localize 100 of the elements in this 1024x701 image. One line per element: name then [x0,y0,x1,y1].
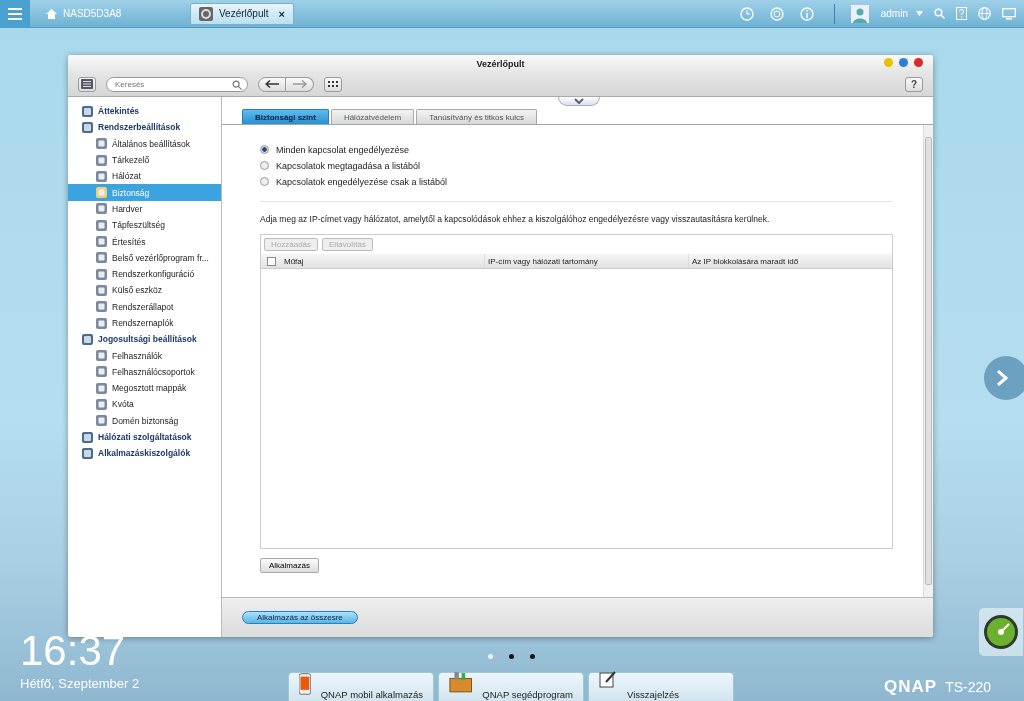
item-icon [96,415,107,427]
item-icon [96,284,107,296]
info-icon[interactable] [799,6,814,21]
forward-arrow-icon [292,80,307,88]
item-icon [96,399,107,410]
search-icon [232,79,242,90]
radio-label: Minden kapcsolat engedélyezése [276,144,410,155]
column-header[interactable]: Az IP blokkolására maradt idő [688,254,892,268]
dashboard-button[interactable] [979,608,1023,656]
sidebar-item[interactable]: Felhasználócsoportok [68,363,221,381]
item-icon [96,203,107,215]
maximize-button[interactable] [899,58,908,67]
item-icon [96,317,107,329]
toolbox-icon [449,670,473,694]
item-icon [96,154,107,166]
tab-label: Vezérlőpult [219,8,270,19]
apply-button[interactable]: Alkalmazás [260,558,319,573]
page-dot[interactable] [488,654,493,659]
dock-item[interactable]: QNAP mobil alkalmazás [288,672,434,701]
dock-label: QNAP mobil alkalmazás [320,689,423,700]
globe-icon[interactable] [978,7,991,20]
item-icon [96,219,107,231]
app-tab[interactable]: Vezérlőpult × [190,2,294,25]
category-icon [82,121,93,133]
close-button[interactable] [914,58,923,67]
gauge-icon [983,614,1019,650]
monitor-icon[interactable] [1002,7,1016,20]
close-button[interactable]: × [278,7,285,20]
brand-logo: QNAP [884,677,938,697]
tab[interactable]: Tanúsítvány és titkos kulcs [416,109,537,124]
sidebar-item[interactable]: Rendszerállapot [68,298,221,315]
gear-icon [199,6,213,21]
item-icon [96,187,107,199]
radio-label: Kapcsolatok engedélyezése csak a listából [276,176,448,187]
dock-label: QNAP segédprogram [482,689,573,700]
scrollbar[interactable] [923,125,933,597]
avatar-icon[interactable] [850,4,869,23]
item-icon [96,301,107,313]
sidebar-item[interactable]: Domén biztonság [68,412,221,429]
column-header[interactable]: IP-cím vagy hálózati tartomány [484,254,688,268]
window-title: Vezérlőpult [476,58,525,69]
radio-button[interactable] [260,161,269,170]
caret-icon [916,11,923,16]
back-arrow-icon [265,80,279,88]
help-icon[interactable] [956,7,967,20]
sidebar-group[interactable]: Áttekintés [68,103,221,120]
radio-button[interactable] [260,145,269,154]
home-icon [46,8,57,19]
apply-all-button[interactable]: Alkalmazás az összesre [242,611,358,624]
page-dot[interactable] [530,654,535,659]
sidebar-item[interactable]: Általános beállítások [68,135,221,152]
dock-item[interactable]: Visszajelzés [588,672,734,701]
minimize-button[interactable] [884,58,893,67]
chevron-right-icon [996,370,1008,386]
checkbox[interactable] [266,256,276,266]
item-icon [96,252,107,264]
item-icon [96,268,107,280]
dock-label: Visszajelzés [627,689,680,700]
sidebar-toggle-button[interactable] [78,76,96,92]
radio-button[interactable] [260,177,269,186]
sidebar-item[interactable]: Értesítés [68,233,221,250]
sidebar-item[interactable]: Belső vezérlőprogram fr... [68,249,221,266]
apps-button[interactable] [324,76,342,92]
tab-label: NASD5D3A8 [63,8,123,19]
sidebar-item[interactable]: Hálózat [68,168,221,185]
sidebar-group[interactable]: Hálózati szolgáltatások [68,428,221,446]
help-button[interactable]: ? [905,76,923,92]
search-icon[interactable] [934,8,945,19]
sidebar-group[interactable]: Rendszerbeállítások [68,119,221,136]
category-icon [82,105,93,117]
back-button[interactable] [258,76,286,92]
sidebar-item[interactable]: Külső eszköz [68,282,221,299]
tab[interactable]: Hálózatvédelem [330,109,415,124]
sidebar-item[interactable]: Felhasználók [68,347,221,364]
sync-icon[interactable] [769,6,784,21]
list-icon [81,79,93,89]
sidebar-item[interactable]: Megosztott mappák [68,380,221,397]
clock-icon[interactable] [739,6,754,21]
search-field[interactable]: Keresés [106,76,248,92]
sidebar-group[interactable]: Alkalmazáskiszolgálók [68,445,221,462]
sidebar-item[interactable]: Rendszerkonfiguráció [68,265,221,283]
item-icon [96,236,107,247]
page-dot[interactable] [509,654,514,659]
sidebar-item[interactable]: Tápfeszültség [68,217,221,234]
item-icon [96,170,107,182]
edit-icon [599,670,617,688]
sidebar-group[interactable]: Jogosultsági beállítások [68,331,221,348]
next-page-button[interactable] [984,356,1024,400]
collapse-tab[interactable] [558,97,600,106]
menu-button[interactable] [0,0,30,28]
sidebar-item[interactable]: Kvóta [68,396,221,413]
item-icon [96,138,107,150]
sidebar-item[interactable]: Tárkezelő [68,151,221,169]
dock-item[interactable]: QNAP segédprogram [438,672,584,701]
column-header[interactable]: Műfaj [281,254,484,268]
menu-icon [8,7,22,20]
tab[interactable]: Biztonsági szint [242,109,329,124]
sidebar-item[interactable]: Hardver [68,200,221,218]
sidebar-item[interactable]: Rendszernaplók [68,314,221,332]
item-icon [96,350,107,362]
